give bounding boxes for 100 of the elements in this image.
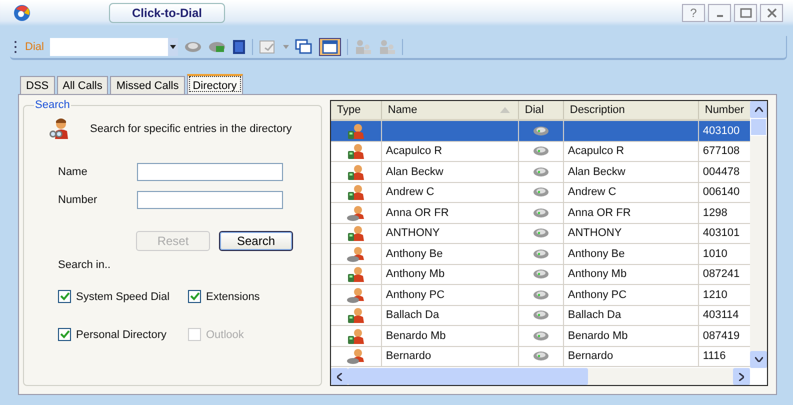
table-row[interactable]: Alan Beckw Alan Beckw 004478 xyxy=(330,162,750,182)
checkbox-label: System Speed Dial xyxy=(76,290,170,302)
table-cell: Anthony Mb xyxy=(382,264,519,284)
caret-icon[interactable] xyxy=(282,45,289,49)
checkbox[interactable] xyxy=(58,290,71,303)
note-icon[interactable] xyxy=(258,39,277,55)
form-button[interactable]: Search xyxy=(219,231,293,251)
search-in-label: Search in.. xyxy=(58,259,112,271)
table-cell-text: 403114 xyxy=(702,308,740,324)
column-header[interactable]: Type xyxy=(330,101,382,119)
checkbox[interactable] xyxy=(188,290,201,303)
table-cell: Benardo Mb xyxy=(382,326,519,346)
table-cell: Acapulco R xyxy=(382,142,519,161)
phone-icon[interactable] xyxy=(532,290,549,300)
table-row[interactable]: Bernardo Bernardo 1116 xyxy=(330,346,750,367)
table-cell: Benardo Mb xyxy=(564,326,699,346)
input-field[interactable] xyxy=(137,191,283,209)
scroll-thumb[interactable] xyxy=(750,118,767,136)
table-cell: Anthony PC xyxy=(564,285,699,304)
window-toggle-button[interactable] xyxy=(318,38,341,56)
table-row[interactable]: Anthony Mb Anthony Mb 087241 xyxy=(330,264,750,285)
table-cell-text: 087419 xyxy=(702,328,741,344)
checkbox-label: Personal Directory xyxy=(76,328,166,340)
horizontal-scrollbar[interactable] xyxy=(330,368,750,385)
table-cell: Andrew C xyxy=(564,182,699,202)
dropdown-caret-icon xyxy=(170,45,176,49)
table-cell: Anthony PC xyxy=(382,285,519,304)
check-icon xyxy=(60,330,70,339)
table-row[interactable]: Anthony Be Anthony Be 1010 xyxy=(330,244,750,264)
table-cell: Anna OR FR xyxy=(564,203,699,222)
table-row[interactable]: Ballach Da Ballach Da 403114 xyxy=(330,306,750,326)
phone-icon[interactable] xyxy=(532,126,549,136)
column-header[interactable]: Dial xyxy=(518,101,564,119)
phone-icon[interactable] xyxy=(532,310,549,320)
table-cell-text: 1298 xyxy=(702,206,728,221)
table-cell-text: 677108 xyxy=(702,144,741,160)
table-row[interactable]: Andrew C Andrew C 006140 xyxy=(330,182,750,203)
tab[interactable]: Directory xyxy=(186,74,243,94)
table-row[interactable]: Anthony PC Anthony PC 1210 xyxy=(330,285,750,306)
table-cell: Ballach Da xyxy=(564,306,699,325)
close-icon xyxy=(766,8,778,18)
scroll-down-icon xyxy=(754,357,762,362)
table-row[interactable]: 403100 xyxy=(330,121,750,142)
phone-icon[interactable] xyxy=(532,330,549,341)
keypad-icon[interactable] xyxy=(232,39,246,55)
phone-icon[interactable] xyxy=(532,146,549,156)
contact-mobile-icon xyxy=(346,143,365,160)
contact-mobile-icon xyxy=(346,225,365,242)
contact-desk-phone-icon xyxy=(346,246,365,262)
phone-icon[interactable] xyxy=(532,228,549,238)
field-label: Number xyxy=(58,194,98,206)
vertical-scrollbar[interactable] xyxy=(750,101,767,368)
help-button[interactable]: ? xyxy=(682,4,705,22)
scroll-left-icon xyxy=(336,372,342,380)
table-row[interactable]: Benardo Mb Benardo Mb 087419 xyxy=(330,326,750,346)
contact-mobile-icon xyxy=(346,266,365,282)
column-header[interactable]: Name xyxy=(382,101,519,119)
close-button[interactable] xyxy=(760,4,783,22)
maximize-button[interactable] xyxy=(734,4,757,22)
table-row[interactable]: ANTHONY ANTHONY 403101 xyxy=(330,224,750,244)
grip-icon xyxy=(14,40,17,54)
windows-icon[interactable] xyxy=(294,39,313,55)
group-label: Search xyxy=(34,99,71,111)
intro-text: Search for specific entries in the directory xyxy=(90,123,292,135)
contact-mobile-icon xyxy=(346,328,365,344)
dial-combo-box[interactable] xyxy=(50,38,178,56)
checkbox[interactable] xyxy=(58,328,71,341)
contact-mobile-icon xyxy=(346,164,365,180)
minimize-button[interactable] xyxy=(708,4,731,22)
phone-icon[interactable] xyxy=(532,208,549,218)
phone-icon[interactable] xyxy=(532,187,549,198)
phone-transfer-icon[interactable] xyxy=(208,40,226,54)
table-cell-text: 1010 xyxy=(702,246,728,262)
sort-arrow-icon xyxy=(500,107,510,113)
phone-icon[interactable] xyxy=(532,269,549,280)
maximize-icon xyxy=(740,8,752,18)
table-cell: Andrew C xyxy=(382,182,519,202)
phone-icon[interactable] xyxy=(532,351,549,362)
table-cell-text: 403101 xyxy=(702,226,741,242)
phone-icon[interactable] xyxy=(184,40,202,54)
table-cell-text: 1210 xyxy=(702,288,728,303)
contact-desk-phone-icon xyxy=(346,286,365,303)
tab[interactable]: Missed Calls xyxy=(110,76,185,94)
check-icon xyxy=(60,292,70,301)
tab[interactable]: DSS xyxy=(20,76,55,94)
table-cell: Acapulco R xyxy=(564,142,699,161)
table-cell: Anthony Be xyxy=(564,244,699,264)
column-header[interactable]: Number xyxy=(698,101,750,119)
contact-desk-phone-icon xyxy=(346,348,365,364)
phone-icon[interactable] xyxy=(532,248,549,259)
contact-desk-phone-icon xyxy=(346,204,365,221)
dial-label: Dial xyxy=(25,41,44,53)
column-header[interactable]: Description xyxy=(564,101,699,119)
phone-icon[interactable] xyxy=(532,166,549,177)
table-row[interactable]: Acapulco R Acapulco R 677108 xyxy=(330,142,750,162)
input-field[interactable] xyxy=(137,163,283,181)
table-row[interactable]: Anna OR FR Anna OR FR 1298 xyxy=(330,203,750,224)
table-cell: Bernardo xyxy=(382,346,519,366)
tab[interactable]: All Calls xyxy=(56,76,108,94)
scroll-thumb[interactable] xyxy=(348,368,588,385)
